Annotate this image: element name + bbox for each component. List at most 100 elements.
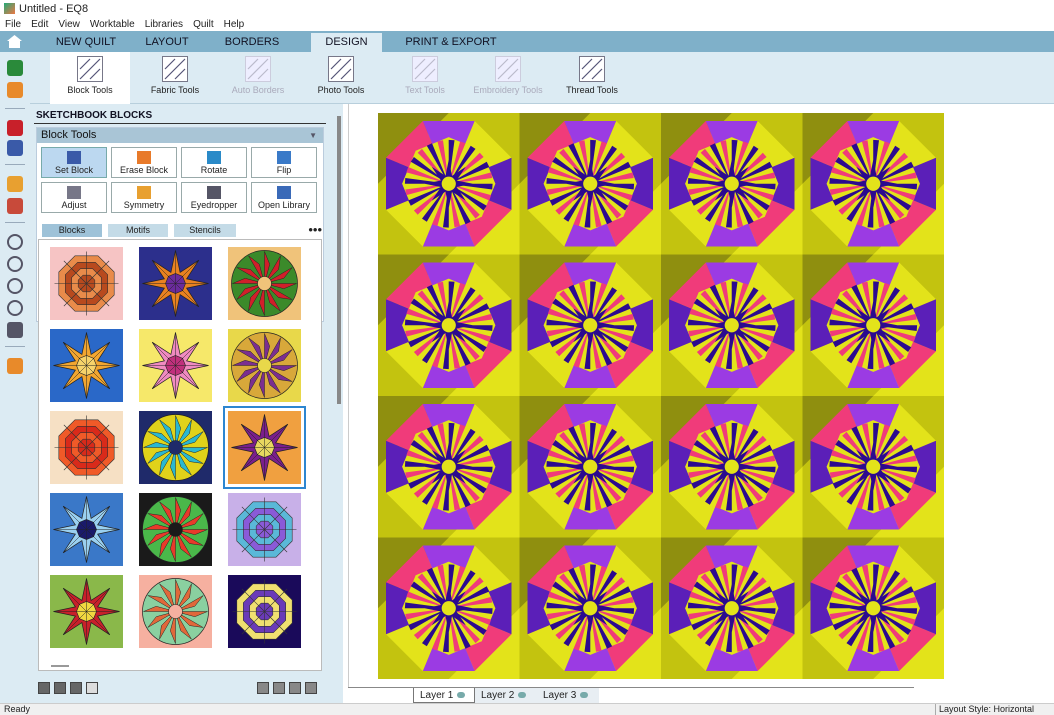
panel-splitter[interactable]	[337, 116, 341, 404]
block-thumbnail[interactable]	[228, 247, 301, 320]
layer-label: Layer 3	[543, 690, 577, 701]
add-to-project-icon[interactable]	[7, 60, 23, 76]
zoom-out-icon[interactable]	[7, 256, 23, 272]
fit-to-worktable-icon[interactable]	[7, 278, 23, 294]
view-medium-icon[interactable]	[54, 682, 66, 694]
menu-libraries[interactable]: Libraries	[140, 19, 188, 30]
layer-visibility-icon[interactable]	[518, 692, 527, 698]
block-thumbnail[interactable]	[50, 575, 123, 648]
block-thumbnail[interactable]	[50, 329, 123, 402]
collapse-icon[interactable]: ▼	[309, 128, 317, 143]
block-thumbnail[interactable]	[50, 493, 123, 566]
eyedropper-button[interactable]: Eyedropper	[181, 182, 247, 213]
tab-stencils[interactable]: Stencils	[174, 224, 236, 237]
menu-view[interactable]: View	[53, 19, 85, 30]
block-tools-button[interactable]: Block Tools	[50, 52, 130, 104]
ribbon-label: Photo Tools	[317, 85, 365, 95]
fabric-tools-button[interactable]: Fabric Tools	[135, 52, 215, 104]
home-icon[interactable]	[6, 34, 23, 49]
auto-borders-button[interactable]: Auto Borders	[218, 52, 298, 104]
block-tools-header[interactable]: Block Tools ▼	[37, 128, 323, 143]
menu-quilt[interactable]: Quilt	[188, 19, 219, 30]
rotate-button[interactable]: Rotate	[181, 147, 247, 178]
erase-block-icon	[137, 151, 151, 164]
text-tools-button[interactable]: Text Tools	[385, 52, 465, 104]
block-thumbnail[interactable]	[139, 329, 212, 402]
open-library-button[interactable]: Open Library	[251, 182, 317, 213]
pencil-icon[interactable]	[7, 176, 23, 192]
view-small-icon[interactable]	[70, 682, 82, 694]
tab-borders[interactable]: BORDERS	[214, 33, 290, 52]
next-page-icon[interactable]	[289, 682, 301, 694]
last-page-icon[interactable]	[305, 682, 317, 694]
block-thumbnail[interactable]	[139, 493, 212, 566]
more-options-icon[interactable]: •••	[308, 222, 322, 237]
layer-tab-1[interactable]: Layer 1	[413, 688, 475, 703]
symmetry-button[interactable]: Symmetry	[111, 182, 177, 213]
layer-tab-3[interactable]: Layer 3	[537, 688, 599, 703]
block-thumbnail[interactable]	[223, 406, 306, 489]
panel-title: SKETCHBOOK BLOCKS	[36, 110, 153, 121]
block-thumbnail[interactable]	[139, 411, 212, 484]
undo-icon[interactable]	[7, 198, 23, 214]
block-thumbnail[interactable]	[228, 493, 301, 566]
tool-label: Adjust	[61, 200, 87, 210]
menu-file[interactable]: File	[0, 19, 26, 30]
block-library-grid	[38, 239, 322, 671]
thread-tools-button[interactable]: Thread Tools	[552, 52, 632, 104]
erase-block-button[interactable]: Erase Block	[111, 147, 177, 178]
eyedropper-icon	[207, 186, 221, 199]
zoom-in-icon[interactable]	[7, 234, 23, 250]
app-icon	[4, 3, 15, 14]
menu-help[interactable]: Help	[219, 19, 250, 30]
ribbon-label: Auto Borders	[231, 85, 285, 95]
block-thumbnail[interactable]	[139, 575, 212, 648]
print-icon[interactable]	[7, 120, 23, 136]
view-large-icon[interactable]	[38, 682, 50, 694]
adjust-button[interactable]: Adjust	[41, 182, 107, 213]
prev-page-icon[interactable]	[273, 682, 285, 694]
ribbon-label: Thread Tools	[566, 85, 618, 95]
view-tiny-icon[interactable]	[86, 682, 98, 694]
toolbar-separator	[5, 222, 25, 223]
ribbon-label: Text Tools	[405, 85, 445, 95]
block-thumbnail[interactable]	[139, 247, 212, 320]
layer-visibility-icon[interactable]	[457, 692, 466, 698]
open-file-icon[interactable]	[7, 82, 23, 98]
block-thumbnail[interactable]	[228, 329, 301, 402]
flip-icon	[277, 151, 291, 164]
first-page-icon[interactable]	[257, 682, 269, 694]
rotate-icon	[207, 151, 221, 164]
tab-print-export[interactable]: PRINT & EXPORT	[398, 33, 504, 52]
tab-blocks[interactable]: Blocks	[42, 224, 102, 237]
layer-tab-2[interactable]: Layer 2	[475, 688, 537, 703]
tab-motifs[interactable]: Motifs	[108, 224, 168, 237]
tool-label: Flip	[276, 165, 292, 175]
tab-new-quilt[interactable]: NEW QUILT	[40, 33, 132, 52]
help-icon[interactable]	[7, 322, 23, 338]
symmetry-icon	[137, 186, 151, 199]
menu-worktable[interactable]: Worktable	[85, 19, 140, 30]
embroidery-tools-button[interactable]: Embroidery Tools	[468, 52, 548, 104]
flip-button[interactable]: Flip	[251, 147, 317, 178]
quilt-canvas[interactable]	[378, 113, 944, 679]
refresh-view-icon[interactable]	[7, 300, 23, 316]
menu-edit[interactable]: Edit	[26, 19, 53, 30]
block-thumbnail[interactable]	[50, 411, 123, 484]
set-block-button[interactable]: Set Block	[41, 147, 107, 178]
block-thumbnail[interactable]	[50, 247, 123, 320]
notes-icon[interactable]	[7, 140, 23, 156]
toolbar-separator	[5, 164, 25, 165]
scroll-handle[interactable]	[51, 665, 69, 667]
photo-tools-button[interactable]: Photo Tools	[301, 52, 381, 104]
tab-design[interactable]: DESIGN	[311, 33, 382, 52]
block-thumbnail[interactable]	[228, 575, 301, 648]
tab-layout[interactable]: LAYOUT	[132, 33, 202, 52]
tool-label: Symmetry	[123, 200, 165, 210]
window-title: Untitled - EQ8	[19, 2, 89, 15]
set-block-icon	[67, 151, 81, 164]
settings-icon[interactable]	[7, 358, 23, 374]
title-bar: Untitled - EQ8	[0, 0, 1054, 17]
ribbon-label: Block Tools	[67, 85, 113, 95]
layer-visibility-icon[interactable]	[580, 692, 589, 698]
